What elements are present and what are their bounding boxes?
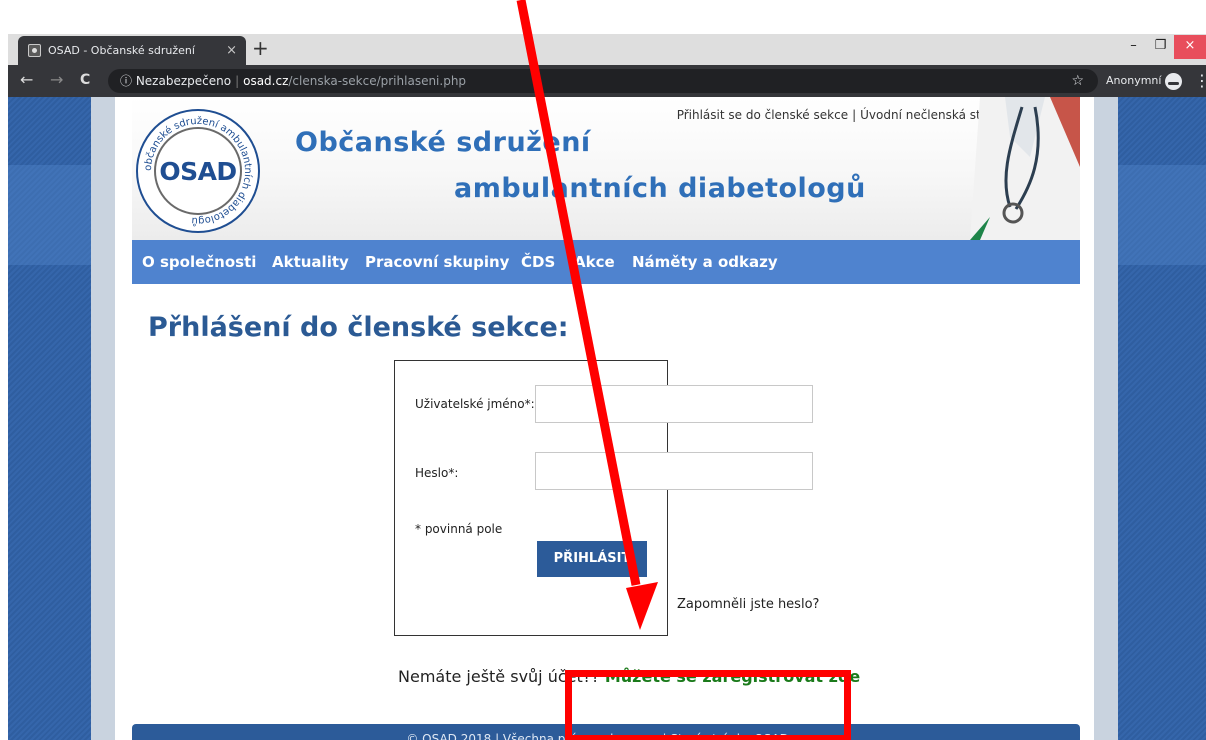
window-controls: – ❐ × <box>1120 34 1206 59</box>
nav-item-akce[interactable]: Akce <box>574 240 615 284</box>
nav-item-aktuality[interactable]: Aktuality <box>272 240 349 284</box>
tab-strip: OSAD - Občanské sdružení ambu × + –❐× <box>8 34 1206 65</box>
profile-label: Anonymní <box>1106 74 1162 87</box>
site-headline-line1: Občanské sdružení <box>295 127 591 158</box>
username-input[interactable] <box>535 385 813 423</box>
doctor-stethoscope-image <box>970 97 1080 240</box>
minimize-button[interactable]: – <box>1120 35 1147 59</box>
reload-button[interactable]: C <box>80 72 90 88</box>
url-host: osad.cz <box>243 74 289 88</box>
incognito-icon <box>1165 72 1183 90</box>
site-favicon-icon <box>28 44 41 57</box>
page-viewport: Přihlásit se do členské sekce | Úvodní neč… <box>8 97 1206 740</box>
member-login-link[interactable]: Přihlásit se do členské sekce <box>677 108 848 122</box>
osad-logo[interactable]: občanské sdružení ambulantních diabetolo… <box>136 109 260 233</box>
url-path: /clenska-sekce/prihlaseni.php <box>288 74 467 88</box>
left-rail <box>91 97 115 740</box>
annotation-highlight-box <box>565 670 851 740</box>
nav-item-pracovni-skupiny[interactable]: Pracovní skupiny <box>365 240 509 284</box>
back-button[interactable]: ← <box>20 70 33 89</box>
nav-item-o-spolecnosti[interactable]: O společnosti <box>142 240 256 284</box>
screenshot: OSAD - Občanské sdružení ambu × + –❐× ← … <box>0 0 1206 740</box>
nav-item-cds[interactable]: ČDS <box>521 240 555 284</box>
close-window-button[interactable]: × <box>1174 35 1206 59</box>
page-title: Přhlášení do členské sekce: <box>148 312 569 343</box>
username-label: Uživatelské jméno*: <box>415 397 535 411</box>
bookmark-star-icon[interactable]: ☆ <box>1071 69 1084 93</box>
restore-button[interactable]: ❐ <box>1147 35 1174 59</box>
site-header: Přihlásit se do členské sekce | Úvodní neč… <box>132 97 1080 240</box>
password-input[interactable] <box>535 452 813 490</box>
browser-toolbar: ← → C ⓘ Nezabezpečeno | osad.cz/clenska-se… <box>8 65 1206 97</box>
required-note: * povinná pole <box>415 522 503 536</box>
right-rail <box>1094 97 1118 740</box>
tab-title: OSAD - Občanské sdružení ambu <box>48 44 198 57</box>
login-button[interactable]: PŘIHLÁSIT <box>537 541 647 577</box>
forgot-password-link[interactable]: Zapomněli jste heslo? <box>677 597 819 612</box>
browser-menu-icon[interactable]: ⋮ <box>1194 65 1206 97</box>
security-indicator[interactable]: ⓘ Nezabezpečeno <box>120 74 231 88</box>
password-label: Heslo*: <box>415 466 459 480</box>
site-headline-line2: ambulantních diabetologů <box>454 173 866 204</box>
logo-text: OSAD <box>159 157 237 186</box>
main-nav: O společnosti Aktuality Pracovní skupiny… <box>132 240 1080 284</box>
site-container: Přihlásit se do členské sekce | Úvodní neč… <box>115 97 1094 740</box>
login-form: Uživatelské jméno*: Heslo*: * povinná po… <box>394 360 819 636</box>
forward-button[interactable]: → <box>50 70 63 89</box>
nav-item-namety-a-odkazy[interactable]: Náměty a odkazy <box>632 240 778 284</box>
incognito-profile[interactable]: Anonymní <box>1106 65 1183 97</box>
browser-tab[interactable]: OSAD - Občanské sdružení ambu × <box>18 36 246 65</box>
tab-close-icon[interactable]: × <box>226 36 237 65</box>
address-bar[interactable]: ⓘ Nezabezpečeno | osad.cz/clenska-sekce/pr… <box>108 69 1098 93</box>
new-tab-button[interactable]: + <box>252 34 269 63</box>
